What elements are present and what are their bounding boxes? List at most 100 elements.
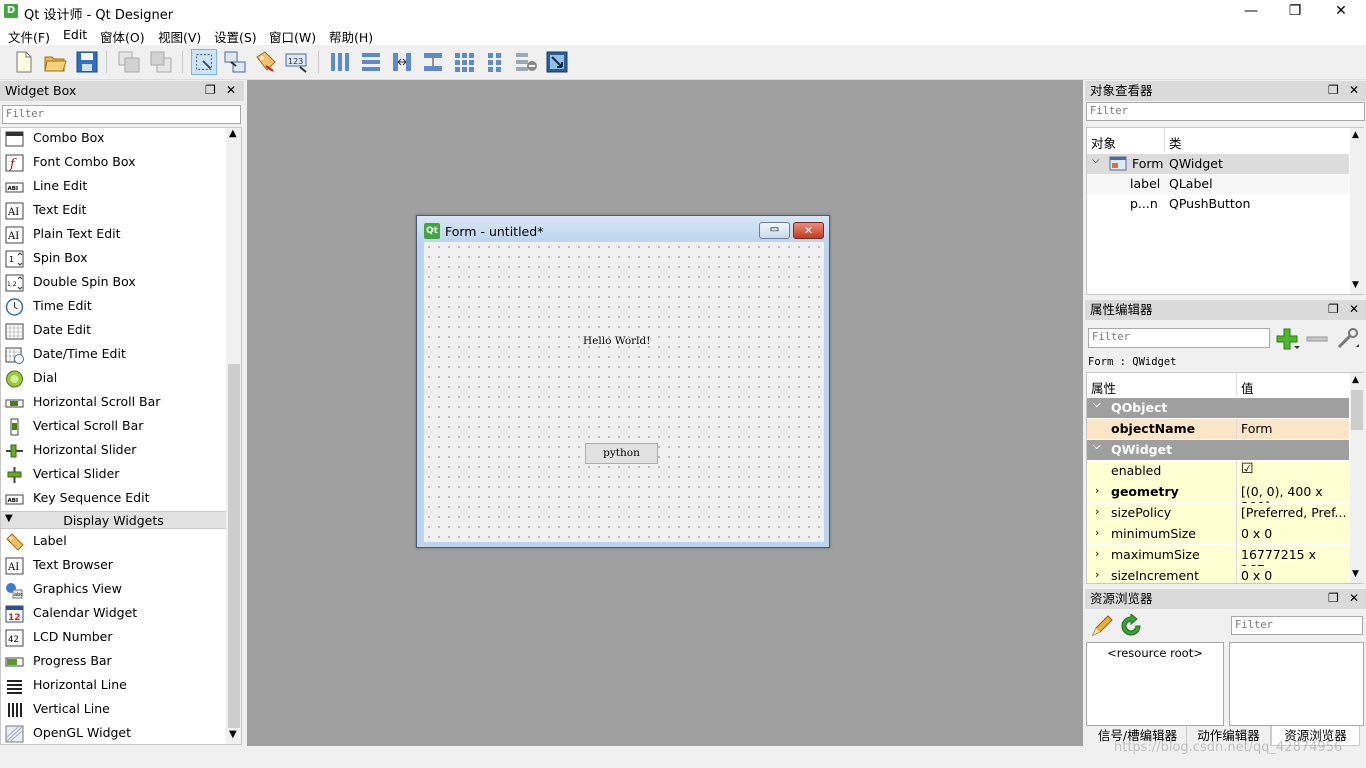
edit-resources-pencil-icon[interactable] bbox=[1090, 614, 1114, 638]
widget-item-font-combo-box[interactable]: f Font Combo Box bbox=[3, 151, 225, 175]
widget-item-graphics-view[interactable]: abc Graphics View bbox=[3, 578, 225, 602]
tree-row-label[interactable]: label QLabel bbox=[1087, 174, 1349, 194]
minimize-button[interactable]: — bbox=[1228, 0, 1274, 24]
close-dock-icon[interactable]: ✕ bbox=[226, 83, 236, 97]
close-button[interactable]: ✕ bbox=[1318, 0, 1364, 24]
property-row-sizepolicy[interactable]: › sizePolicy [Preferred, Pref... bbox=[1087, 503, 1349, 524]
widget-item-opengl-widget[interactable]: OpenGL Widget bbox=[3, 722, 225, 746]
collapse-arrow-icon[interactable]: ⌵ bbox=[1093, 399, 1101, 410]
widget-item-plain-text-edit[interactable]: AI Plain Text Edit bbox=[3, 223, 225, 247]
property-row-maximumsize[interactable]: › maximumSize 16777215 x 167... bbox=[1087, 545, 1349, 577]
layout-form-icon[interactable] bbox=[482, 49, 508, 75]
layout-vertical-icon[interactable] bbox=[358, 49, 384, 75]
float-dock-icon[interactable]: ❐ bbox=[205, 83, 216, 97]
scroll-up-icon[interactable]: ▲ bbox=[1352, 130, 1359, 140]
hello-label[interactable]: Hello World! bbox=[583, 335, 650, 347]
form-close-button[interactable]: ✕ bbox=[793, 222, 824, 239]
widget-item-dial[interactable]: Dial bbox=[3, 367, 225, 391]
layout-v-splitter-icon[interactable] bbox=[420, 49, 446, 75]
layout-horizontal-icon[interactable] bbox=[327, 49, 353, 75]
resource-filter-input[interactable]: Filter bbox=[1231, 616, 1363, 635]
edit-buddies-icon[interactable] bbox=[253, 49, 279, 75]
scroll-up-icon[interactable]: ▲ bbox=[1352, 375, 1359, 385]
expand-arrow-icon[interactable]: › bbox=[1095, 568, 1099, 581]
widget-item-vertical-slider[interactable]: Vertical Slider bbox=[3, 463, 225, 487]
property-row-objectname[interactable]: objectName Form bbox=[1087, 419, 1349, 440]
object-filter-input[interactable]: Filter bbox=[1086, 102, 1365, 121]
menu-form[interactable]: 窗体(O) bbox=[100, 27, 145, 46]
property-filter-input[interactable]: Filter bbox=[1088, 328, 1270, 348]
scroll-down-icon[interactable]: ▼ bbox=[1352, 569, 1359, 579]
tree-row-pushbutton[interactable]: p...n QPushButton bbox=[1087, 194, 1349, 214]
menu-view[interactable]: 视图(V) bbox=[158, 27, 201, 46]
resource-root-item[interactable]: <resource root> bbox=[1087, 646, 1223, 660]
python-push-button[interactable]: python bbox=[585, 443, 658, 464]
category-display-widgets[interactable]: ▼ Display Widgets bbox=[1, 511, 226, 529]
save-icon[interactable] bbox=[74, 49, 100, 75]
widget-item-calendar-widget[interactable]: 12 Calendar Widget bbox=[3, 602, 225, 626]
property-scrollbar[interactable]: ▲ ▼ bbox=[1350, 373, 1364, 583]
menu-settings[interactable]: 设置(S) bbox=[214, 27, 257, 46]
expand-arrow-icon[interactable]: ⌵ bbox=[1092, 155, 1100, 166]
property-category-qobject[interactable]: ⌵ QObject bbox=[1087, 398, 1349, 419]
widget-item-time-edit[interactable]: Time Edit bbox=[3, 295, 225, 319]
scroll-down-icon[interactable]: ▼ bbox=[229, 729, 237, 740]
scroll-thumb[interactable] bbox=[1351, 390, 1363, 430]
property-category-qwidget[interactable]: ⌵ QWidget bbox=[1087, 440, 1349, 461]
widget-item-text-browser[interactable]: AI Text Browser bbox=[3, 554, 225, 578]
close-dock-icon[interactable]: ✕ bbox=[1349, 302, 1359, 316]
enabled-checkbox[interactable]: ☑ bbox=[1241, 461, 1254, 477]
property-row-sizeincrement[interactable]: › sizeIncrement 0 x 0 bbox=[1087, 566, 1349, 583]
break-layout-icon[interactable] bbox=[513, 49, 539, 75]
widget-item-horizontal-scroll-bar[interactable]: Horizontal Scroll Bar bbox=[3, 391, 225, 415]
close-dock-icon[interactable]: ✕ bbox=[1349, 83, 1359, 97]
float-dock-icon[interactable]: ❐ bbox=[1328, 591, 1339, 605]
expand-arrow-icon[interactable]: › bbox=[1095, 484, 1099, 497]
expand-arrow-icon[interactable]: › bbox=[1095, 505, 1099, 518]
widget-item-vertical-scroll-bar[interactable]: Vertical Scroll Bar bbox=[3, 415, 225, 439]
tree-row-form[interactable]: ⌵ Form QWidget bbox=[1087, 154, 1349, 174]
add-property-icon[interactable] bbox=[1275, 327, 1301, 351]
menu-window[interactable]: 窗口(W) bbox=[269, 27, 316, 46]
send-to-back-icon[interactable] bbox=[116, 49, 142, 75]
open-folder-icon[interactable] bbox=[42, 49, 68, 75]
form-window[interactable]: Qt Form - untitled* ▭ ✕ Hello World! pyt… bbox=[416, 215, 830, 548]
widget-item-double-spin-box[interactable]: 1.2 Double Spin Box bbox=[3, 271, 225, 295]
property-row-geometry[interactable]: › geometry [(0, 0), 400 x 300] bbox=[1087, 482, 1349, 514]
menu-edit[interactable]: Edit bbox=[63, 27, 87, 42]
widget-item-key-sequence-edit[interactable]: ABI Key Sequence Edit bbox=[3, 487, 225, 511]
property-row-enabled[interactable]: enabled ☑ bbox=[1087, 461, 1349, 482]
maximize-button[interactable]: ❐ bbox=[1272, 0, 1318, 24]
col-property-header[interactable]: 属性 bbox=[1091, 378, 1116, 397]
object-tree-scrollbar[interactable]: ▲ ▼ bbox=[1350, 128, 1364, 294]
form-minimize-button[interactable]: ▭ bbox=[759, 222, 790, 239]
menu-file[interactable]: 文件(F) bbox=[8, 27, 50, 46]
remove-property-icon[interactable] bbox=[1305, 327, 1329, 351]
expand-arrow-icon[interactable]: › bbox=[1095, 547, 1099, 560]
col-class-header[interactable]: 类 bbox=[1169, 133, 1182, 152]
widget-item-lcd-number[interactable]: 42 LCD Number bbox=[3, 626, 225, 650]
form-body[interactable]: Hello World! python bbox=[424, 242, 824, 542]
float-dock-icon[interactable]: ❐ bbox=[1328, 302, 1339, 316]
widget-item-label[interactable]: Label bbox=[3, 530, 225, 554]
widget-item-date-edit[interactable]: Date Edit bbox=[3, 319, 225, 343]
new-file-icon[interactable] bbox=[10, 49, 36, 75]
adjust-size-icon[interactable] bbox=[544, 49, 570, 75]
layout-h-splitter-icon[interactable] bbox=[389, 49, 415, 75]
expand-arrow-icon[interactable]: › bbox=[1095, 526, 1099, 539]
edit-tab-order-icon[interactable]: 123 bbox=[284, 49, 310, 75]
widget-item-horizontal-slider[interactable]: Horizontal Slider bbox=[3, 439, 225, 463]
configure-wrench-icon[interactable] bbox=[1335, 325, 1361, 351]
collapse-arrow-icon[interactable]: ⌵ bbox=[1093, 441, 1101, 452]
close-dock-icon[interactable]: ✕ bbox=[1349, 591, 1359, 605]
menu-help[interactable]: 帮助(H) bbox=[329, 27, 373, 46]
float-dock-icon[interactable]: ❐ bbox=[1328, 83, 1339, 97]
widget-item-progress-bar[interactable]: Progress Bar bbox=[3, 650, 225, 674]
widget-item-vertical-line[interactable]: Vertical Line bbox=[3, 698, 225, 722]
layout-grid-icon[interactable] bbox=[451, 49, 477, 75]
col-object-header[interactable]: 对象 bbox=[1091, 133, 1116, 152]
widget-box-filter-input[interactable]: Filter bbox=[2, 105, 241, 124]
widget-item-text-edit[interactable]: AI Text Edit bbox=[3, 199, 225, 223]
widget-item-horizontal-line[interactable]: Horizontal Line bbox=[3, 674, 225, 698]
widget-item-combo-box[interactable]: Combo Box bbox=[3, 127, 225, 151]
